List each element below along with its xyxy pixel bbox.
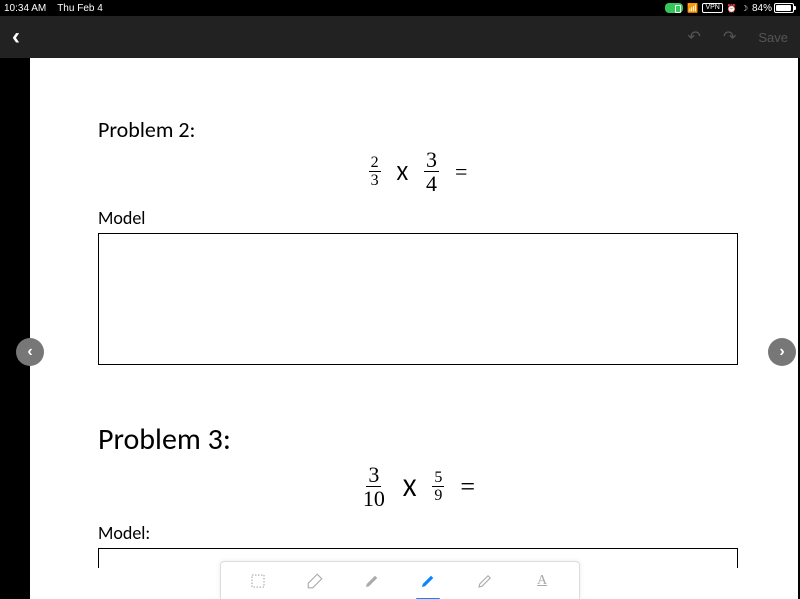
wifi-icon [687, 3, 698, 14]
p2-frac2-num: 3 [424, 149, 439, 172]
drawing-toolbar: A [220, 561, 580, 599]
pen-icon [419, 572, 437, 590]
select-tool[interactable] [238, 566, 278, 596]
problem-3-equation: 3 10 X 5 9 = [98, 464, 738, 510]
p2-frac1-num: 2 [369, 155, 381, 172]
p2-equals: = [455, 159, 467, 185]
highlighter-icon [476, 572, 494, 590]
battery-percent: 84% [752, 3, 772, 14]
p2-frac1-den: 3 [369, 172, 381, 189]
p3-frac2-num: 5 [432, 470, 444, 487]
eraser-icon [306, 572, 324, 590]
p3-model-label: Model: [98, 522, 738, 544]
next-page-button[interactable]: › [768, 338, 796, 366]
document-page[interactable]: Problem 2: 2 3 X 3 4 = Model Problem 3: … [30, 58, 798, 599]
text-tool[interactable]: A [522, 566, 562, 596]
status-time: 10:34 AM [4, 3, 46, 14]
app-bar: ‹ ↶ ↷ Save [0, 16, 800, 58]
vpn-indicator: VPN [702, 3, 722, 13]
p2-model-box[interactable] [98, 233, 738, 365]
p2-frac2-den: 4 [424, 172, 439, 195]
redo-button[interactable]: ↷ [723, 27, 736, 47]
p3-operator: X [403, 471, 417, 503]
problem-3-title: Problem 3: [98, 421, 738, 458]
battery-icon [774, 3, 794, 13]
text-icon: A [537, 573, 547, 589]
save-button[interactable]: Save [758, 30, 788, 45]
p3-equals: = [460, 472, 475, 502]
status-date: Thu Feb 4 [57, 3, 103, 14]
problem-2-title: Problem 2: [98, 116, 738, 143]
status-bar: 10:34 AM Thu Feb 4 VPN 84% [0, 0, 800, 16]
back-button[interactable]: ‹ [12, 23, 20, 51]
undo-button[interactable]: ↶ [688, 27, 701, 47]
problem-2-equation: 2 3 X 3 4 = [98, 149, 738, 195]
camera-indicator [665, 3, 683, 13]
pen-tool-1[interactable] [352, 566, 392, 596]
document-stage: ‹ › Problem 2: 2 3 X 3 4 = Model Problem… [0, 58, 800, 599]
dnd-icon [741, 3, 748, 14]
pen-icon [363, 572, 381, 590]
prev-page-button[interactable]: ‹ [16, 338, 44, 366]
p3-frac1-den: 10 [361, 487, 387, 510]
alarm-icon [727, 3, 737, 14]
eraser-tool[interactable] [295, 566, 335, 596]
p2-operator: X [397, 159, 408, 186]
p3-frac2-den: 9 [432, 487, 444, 504]
selection-icon [249, 572, 267, 590]
p2-model-label: Model [98, 207, 738, 229]
pen-tool-2[interactable] [408, 566, 448, 596]
p3-frac1-num: 3 [366, 464, 381, 487]
highlighter-tool[interactable] [465, 566, 505, 596]
